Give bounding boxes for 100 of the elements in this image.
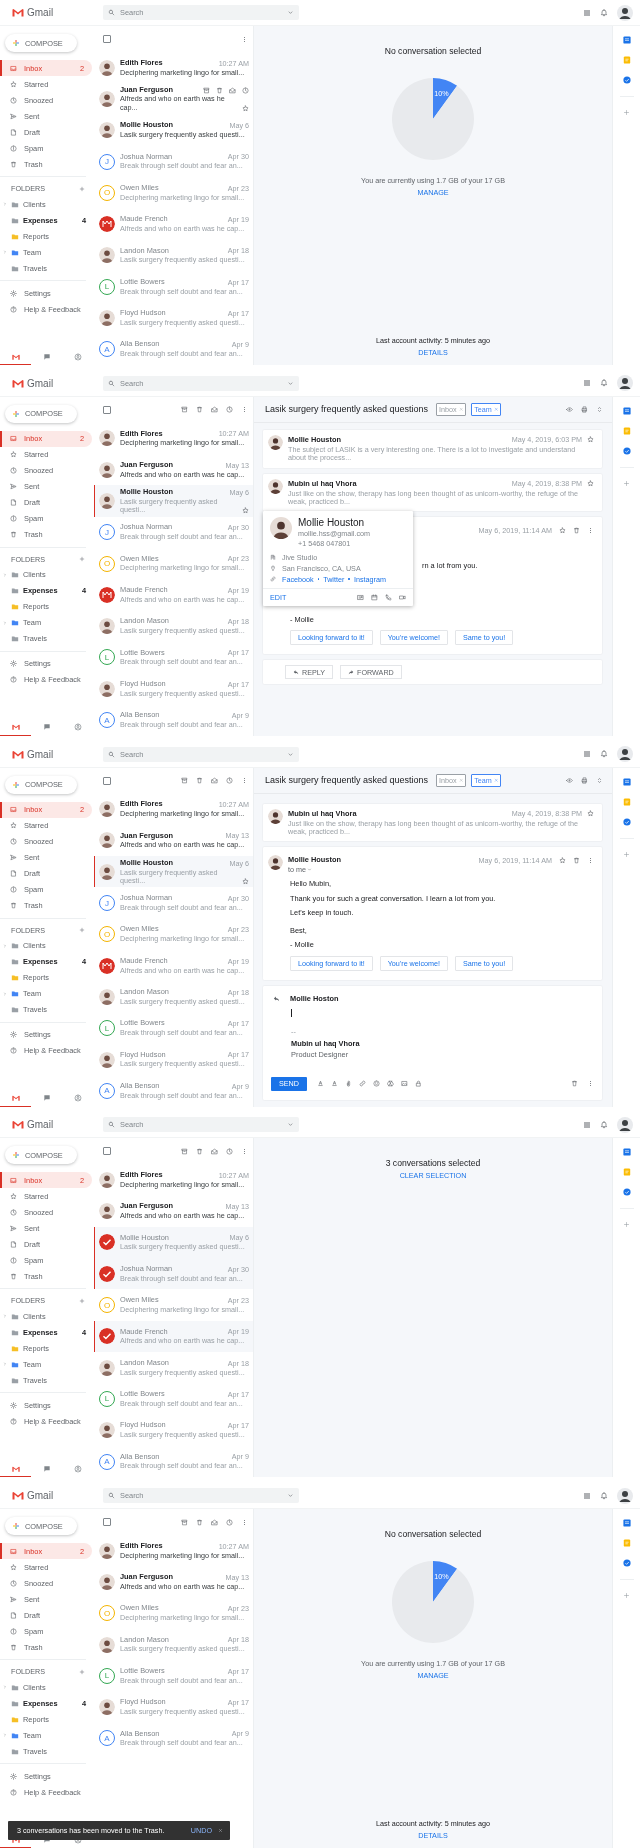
more-icon[interactable]	[241, 406, 248, 414]
envelope-icon[interactable]	[211, 1518, 218, 1526]
envelope-icon[interactable]	[211, 777, 218, 784]
calendar-icon[interactable]	[622, 36, 631, 44]
add-icon[interactable]	[623, 1592, 630, 1599]
profile-avatar[interactable]	[617, 4, 633, 21]
caret-down-icon[interactable]	[287, 1121, 294, 1129]
tasks-icon[interactable]	[622, 1559, 631, 1567]
add-folder-icon[interactable]	[79, 1668, 85, 1675]
star-icon[interactable]	[559, 527, 566, 535]
select-all-checkbox[interactable]	[103, 405, 111, 414]
caret-down-icon[interactable]	[287, 9, 294, 16]
clock-icon[interactable]	[226, 1147, 233, 1155]
expand-all-icon[interactable]	[596, 776, 603, 784]
profile-avatar[interactable]	[617, 746, 633, 762]
notifications-icon[interactable]	[600, 1491, 608, 1500]
notifications-icon[interactable]	[600, 1120, 608, 1129]
tasks-icon[interactable]	[622, 1188, 631, 1197]
caret-down-icon[interactable]	[287, 750, 294, 758]
profile-avatar[interactable]	[617, 1487, 633, 1504]
archive-icon[interactable]	[181, 1147, 188, 1155]
star-icon[interactable]	[587, 435, 594, 443]
select-all-checkbox[interactable]	[103, 1518, 111, 1526]
more-icon[interactable]	[241, 1147, 248, 1155]
clock-icon[interactable]	[226, 406, 233, 414]
caret-down-icon[interactable]	[307, 867, 312, 873]
trash-icon[interactable]	[573, 857, 580, 865]
notes-icon[interactable]	[622, 1539, 631, 1547]
notifications-icon[interactable]	[600, 750, 608, 758]
more-icon[interactable]	[241, 1518, 248, 1526]
envelope-icon[interactable]	[211, 1147, 218, 1155]
add-folder-icon[interactable]	[79, 1297, 85, 1304]
trash-icon[interactable]	[573, 527, 580, 535]
apps-icon[interactable]	[583, 750, 591, 758]
caret-down-icon[interactable]	[287, 379, 294, 387]
notes-icon[interactable]	[622, 797, 631, 806]
select-all-checkbox[interactable]	[103, 1147, 111, 1156]
archive-icon[interactable]	[181, 406, 188, 414]
eye-icon[interactable]	[566, 776, 573, 784]
trash-icon[interactable]	[216, 86, 223, 94]
calendar-icon[interactable]	[622, 777, 631, 786]
tasks-icon[interactable]	[622, 817, 631, 826]
expand-all-icon[interactable]	[596, 405, 603, 413]
clock-icon[interactable]	[226, 1518, 233, 1526]
tasks-icon[interactable]	[622, 446, 631, 455]
star-icon[interactable]	[559, 857, 566, 865]
lock-icon[interactable]	[415, 1080, 422, 1088]
add-folder-icon[interactable]	[79, 185, 85, 192]
trash-icon[interactable]	[196, 1518, 203, 1526]
notifications-icon[interactable]	[600, 379, 608, 388]
add-icon[interactable]	[623, 850, 630, 858]
caret-down-icon[interactable]	[287, 1492, 294, 1499]
print-icon[interactable]	[581, 405, 588, 413]
phone-icon[interactable]	[385, 593, 392, 601]
archive-icon[interactable]	[181, 777, 188, 784]
star-icon[interactable]	[587, 479, 594, 487]
trash-icon[interactable]	[196, 777, 203, 784]
apps-icon[interactable]	[583, 1120, 591, 1129]
select-all-checkbox[interactable]	[103, 776, 111, 785]
apps-icon[interactable]	[583, 1491, 591, 1500]
archive-icon[interactable]	[181, 1518, 188, 1526]
add-icon[interactable]	[623, 1221, 630, 1229]
clock-icon[interactable]	[226, 777, 233, 784]
more-icon[interactable]	[587, 857, 594, 865]
trash-icon[interactable]	[196, 406, 203, 414]
more-icon[interactable]	[587, 527, 594, 535]
eye-icon[interactable]	[566, 405, 573, 413]
tasks-icon[interactable]	[622, 76, 631, 84]
video-icon[interactable]	[399, 593, 406, 601]
profile-avatar[interactable]	[617, 1116, 633, 1133]
star-icon[interactable]	[587, 809, 594, 817]
text-format-icon[interactable]	[317, 1080, 324, 1088]
image-icon[interactable]	[401, 1080, 408, 1088]
add-folder-icon[interactable]	[79, 927, 85, 933]
add-icon[interactable]	[623, 479, 630, 487]
notes-icon[interactable]	[622, 426, 631, 435]
apps-icon[interactable]	[583, 379, 591, 388]
calendar-icon[interactable]	[371, 593, 378, 601]
emoji-icon[interactable]	[373, 1080, 380, 1088]
trash-icon[interactable]	[571, 1080, 578, 1088]
print-icon[interactable]	[581, 776, 588, 784]
envelope-icon[interactable]	[229, 86, 236, 94]
star-icon[interactable]	[242, 877, 249, 885]
add-folder-icon[interactable]	[79, 556, 85, 563]
select-all-checkbox[interactable]	[103, 35, 111, 43]
link-icon[interactable]	[359, 1080, 366, 1088]
clock-icon[interactable]	[242, 86, 249, 94]
envelope-icon[interactable]	[211, 406, 218, 414]
notes-icon[interactable]	[622, 1168, 631, 1177]
archive-icon[interactable]	[203, 86, 210, 94]
notifications-icon[interactable]	[600, 8, 608, 17]
checked-icon[interactable]	[99, 1328, 115, 1345]
contact-icon[interactable]	[357, 593, 364, 601]
font-color-icon[interactable]	[331, 1080, 338, 1088]
calendar-icon[interactable]	[622, 1519, 631, 1527]
checked-icon[interactable]	[99, 1234, 115, 1251]
close-icon[interactable]	[493, 407, 499, 412]
add-icon[interactable]	[623, 109, 630, 116]
calendar-icon[interactable]	[622, 406, 631, 415]
close-icon[interactable]	[458, 777, 464, 783]
